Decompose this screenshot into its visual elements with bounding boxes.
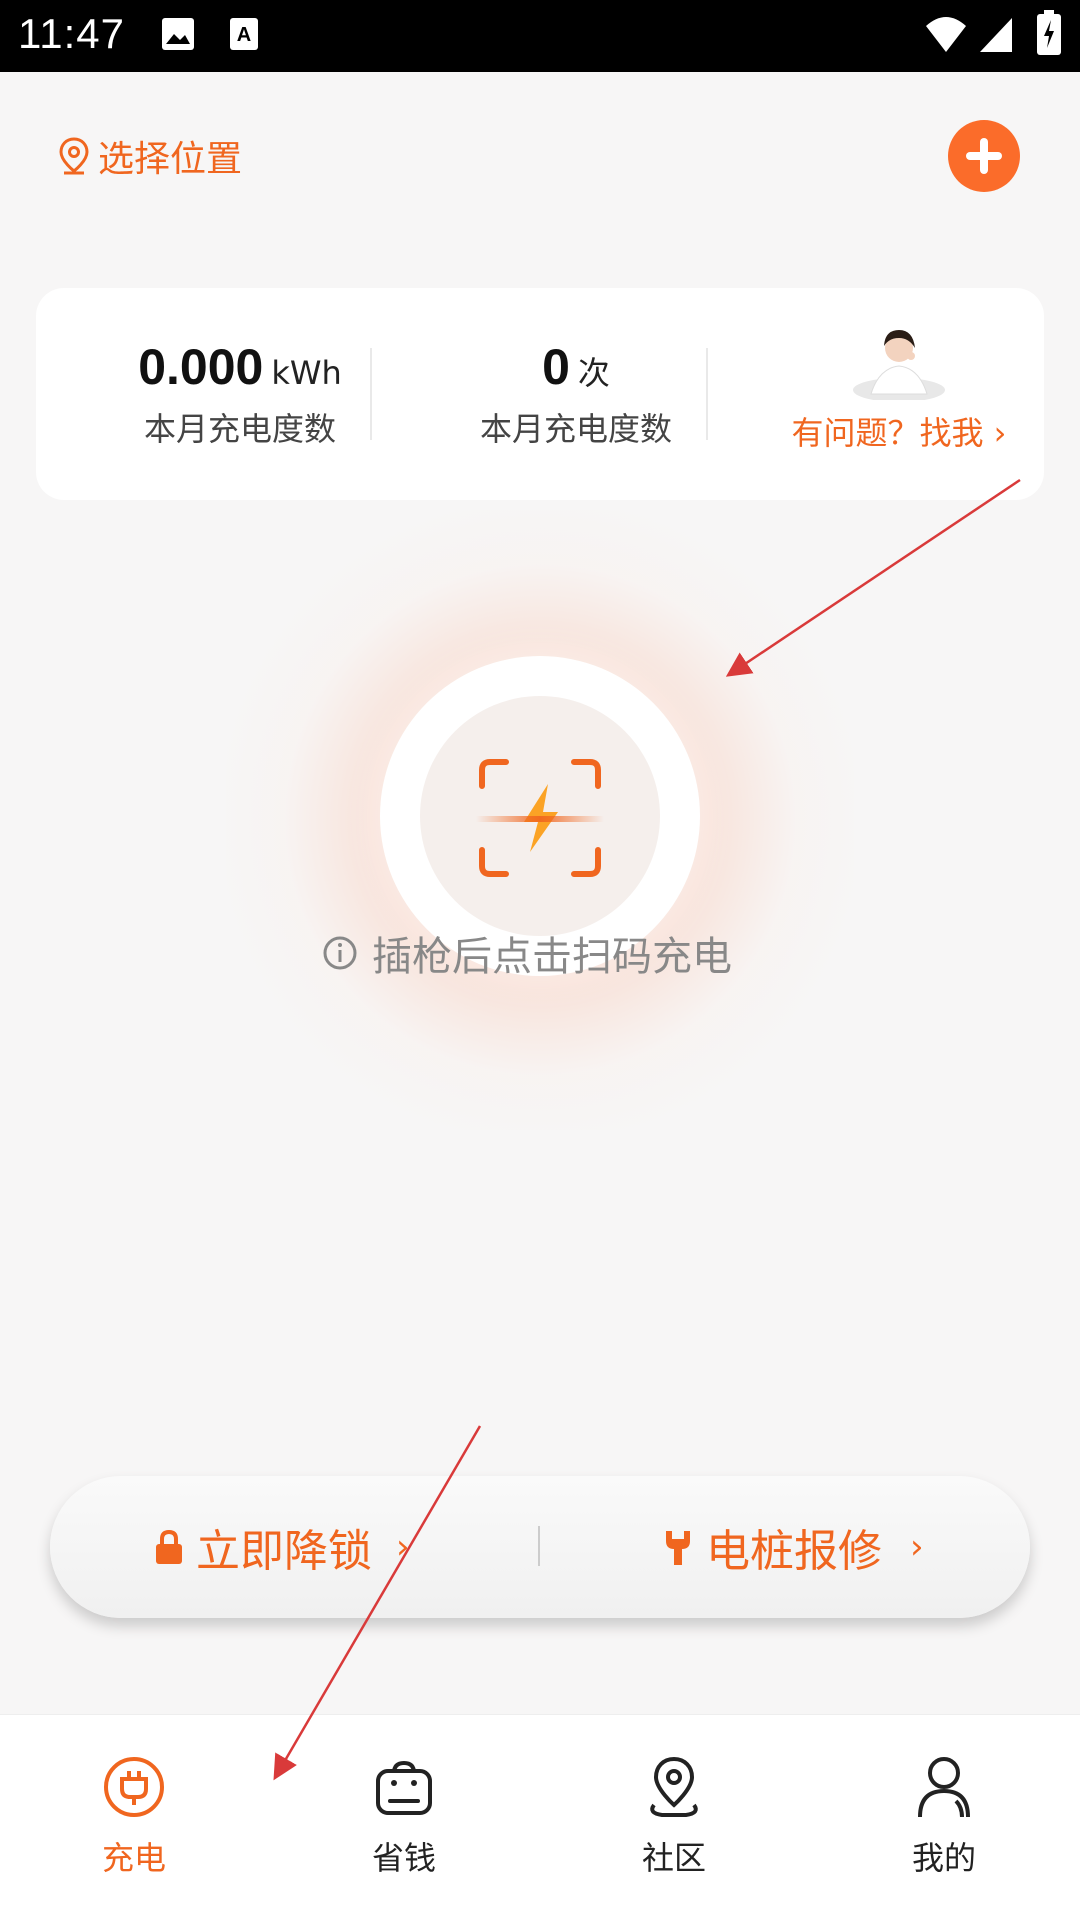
plus-icon: [966, 138, 1002, 174]
scan-charge-icon: [476, 759, 604, 877]
location-pin-icon: [650, 1756, 698, 1817]
person-icon: [918, 1757, 970, 1818]
repair-label: 电桩报修: [706, 1526, 882, 1577]
help-text: 有问题？找我 ›: [791, 414, 1007, 452]
wifi-icon: [926, 17, 966, 52]
chevron-right-icon: ›: [910, 1527, 924, 1567]
wrench-icon: [666, 1531, 690, 1565]
divider: [538, 1526, 540, 1566]
divider: [706, 348, 708, 440]
plug-icon: [104, 1757, 164, 1817]
nav-item-community[interactable]: 社区: [594, 1755, 754, 1879]
location-label: 选择位置: [98, 139, 243, 180]
status-bar: 11:47 A: [0, 0, 1080, 72]
info-icon: [323, 936, 357, 970]
nav-label: 省钱: [371, 1839, 436, 1877]
scan-hint-text: 插枪后点击扫码充电: [372, 934, 732, 980]
energy-value: 0.000: [138, 339, 264, 395]
energy-unit: kWh: [271, 354, 342, 392]
nav-label: 充电: [101, 1839, 166, 1877]
nav-item-me[interactable]: 我的: [864, 1755, 1024, 1879]
cellular-signal-icon: [980, 18, 1012, 52]
stats-card: 0.000 kWh 本月充电度数 0次 本月充电度数 有问题？找我 ›: [36, 288, 1044, 500]
scan-hint: 插枪后点击扫码充电: [322, 924, 732, 982]
unlock-lock-button[interactable]: 立即降锁 ›: [154, 1476, 410, 1618]
count-value: 0: [542, 339, 570, 395]
location-pin-icon: [59, 137, 89, 175]
energy-label: 本月充电度数: [143, 410, 336, 448]
nav-label: 社区: [641, 1839, 706, 1877]
monthly-energy-stat: 0.000 kWh 本月充电度数: [90, 338, 390, 450]
action-bar: 立即降锁 › 电桩报修 ›: [50, 1476, 1030, 1618]
bag-icon: [376, 1760, 432, 1815]
pile-repair-button[interactable]: 电桩报修 ›: [662, 1476, 924, 1618]
count-label: 本月充电度数: [479, 410, 672, 448]
chevron-right-icon: ›: [396, 1527, 410, 1567]
lock-icon: [156, 1529, 182, 1564]
svg-text:A: A: [237, 24, 251, 46]
image-notification-icon: [162, 18, 194, 50]
select-location-button[interactable]: 选择位置: [58, 130, 242, 182]
support-avatar: [849, 324, 949, 402]
text-notification-icon: A: [230, 18, 258, 50]
nav-item-save[interactable]: 省钱: [324, 1755, 484, 1879]
bottom-nav: 充电 省钱 社区 我的: [0, 1714, 1080, 1921]
monthly-count-stat: 0次 本月充电度数: [426, 338, 726, 450]
divider: [370, 348, 372, 440]
count-unit: 次: [577, 354, 610, 392]
status-time: 11:47: [18, 10, 125, 57]
battery-charging-icon: [1037, 10, 1061, 55]
unlock-label: 立即降锁: [196, 1526, 372, 1577]
add-button[interactable]: [948, 120, 1020, 192]
nav-label: 我的: [911, 1839, 976, 1877]
nav-item-charge[interactable]: 充电: [54, 1755, 214, 1879]
customer-service-button[interactable]: 有问题？找我 ›: [754, 324, 1044, 454]
